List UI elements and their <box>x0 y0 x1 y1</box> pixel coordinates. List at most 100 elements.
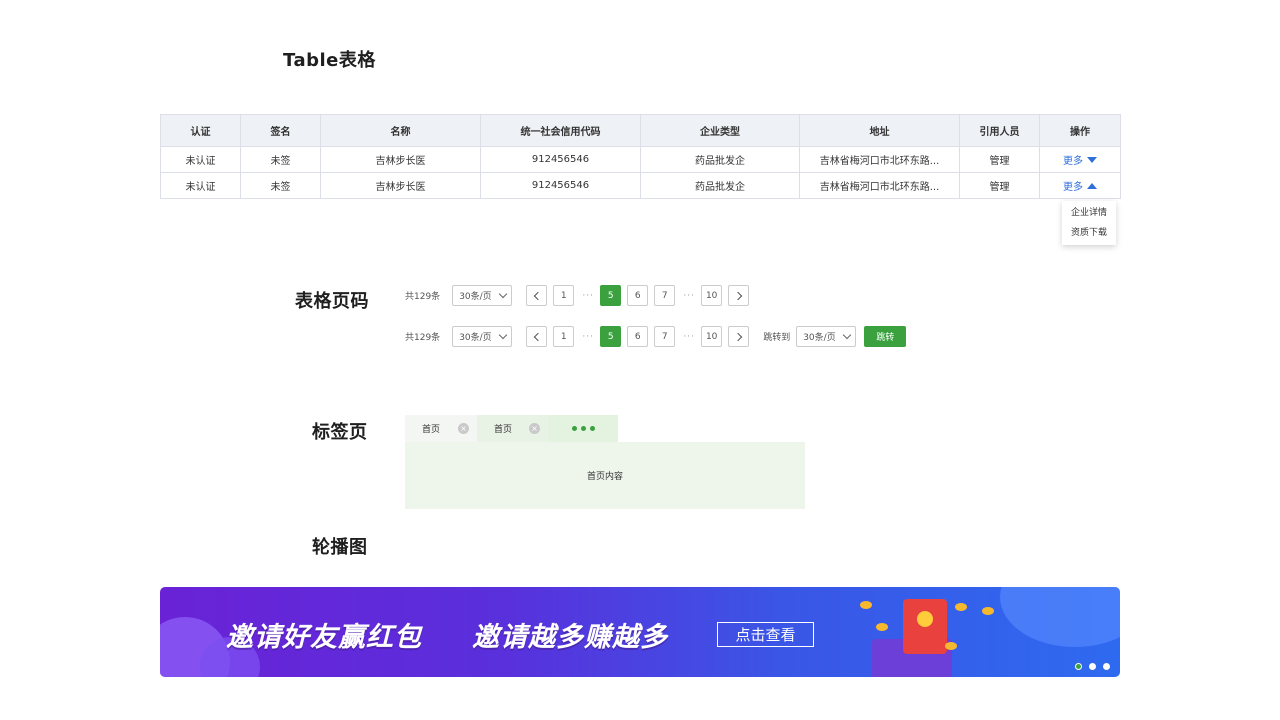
carousel-banner[interactable]: 邀请好友赢红包 邀请越多赚越多 点击查看 <box>160 587 1120 677</box>
table-row: 未认证 未签 吉林步长医 912456546 药品批发企 吉林省梅河口市北环东路… <box>160 172 1121 199</box>
jump-label: 跳转到 <box>763 333 791 343</box>
col-header-name: 名称 <box>320 114 481 147</box>
jump-select-value: 30条/页 <box>803 333 836 343</box>
cell-type: 药品批发企 <box>640 172 800 199</box>
menu-item-qualification-download[interactable]: 资质下载 <box>1062 223 1116 243</box>
col-header-sign: 签名 <box>240 114 321 147</box>
tab-content-panel: 首页内容 <box>405 442 805 509</box>
cell-auth: 未认证 <box>160 172 241 199</box>
more-dropdown-button[interactable]: 更多 <box>1063 152 1097 167</box>
page-button[interactable]: 7 <box>654 285 676 306</box>
decor-blob <box>1000 587 1120 647</box>
tab-content-text: 首页内容 <box>586 472 623 482</box>
more-label: 更多 <box>1063 182 1083 193</box>
total-count: 共129条 <box>405 292 441 302</box>
jump-page-select[interactable]: 30条/页 <box>796 326 857 347</box>
page-button[interactable]: 10 <box>701 326 723 347</box>
more-dropdown-button[interactable]: 更多 <box>1063 178 1097 193</box>
ellipsis-icon: ··· <box>683 331 695 342</box>
jump-button[interactable]: 跳转 <box>864 326 907 347</box>
manage-link[interactable]: 管理 <box>959 172 1040 199</box>
cell-code: 912456546 <box>480 172 641 199</box>
page-button-active[interactable]: 5 <box>600 326 622 347</box>
chevron-right-icon <box>733 291 742 300</box>
chevron-right-icon <box>733 332 742 341</box>
ellipsis-icon: ··· <box>582 331 594 342</box>
menu-item-company-details[interactable]: 企业详情 <box>1062 203 1116 223</box>
carousel-dot[interactable] <box>1103 663 1110 670</box>
chevron-left-icon <box>533 291 542 300</box>
cell-sign: 未签 <box>240 172 321 199</box>
banner-headline-2: 邀请越多赚越多 <box>472 622 668 653</box>
tab-home-1[interactable]: 首页 × <box>405 415 477 442</box>
tab-home-2[interactable]: 首页 × <box>477 415 548 442</box>
page-button-active[interactable]: 5 <box>600 285 622 306</box>
col-header-action: 操作 <box>1039 114 1121 147</box>
chevron-down-icon <box>498 330 508 340</box>
banner-headline-1: 邀请好友赢红包 <box>226 622 422 653</box>
page-button[interactable]: 1 <box>553 285 575 306</box>
pager-section-title: 表格页码 <box>295 291 369 312</box>
table-row: 未认证 未签 吉林步长医 912456546 药品批发企 吉林省梅河口市北环东路… <box>160 146 1121 173</box>
tab-more[interactable] <box>548 415 618 442</box>
next-page-button[interactable] <box>728 326 750 347</box>
prev-page-button[interactable] <box>526 326 548 347</box>
chevron-left-icon <box>533 332 542 341</box>
page-size-value: 30条/页 <box>459 333 492 343</box>
page-size-value: 30条/页 <box>459 292 492 302</box>
tab-label: 首页 <box>422 425 441 435</box>
cell-address: 吉林省梅河口市北环东路... <box>799 172 960 199</box>
page-button[interactable]: 10 <box>701 285 723 306</box>
data-table: 认证 签名 名称 统一社会信用代码 企业类型 地址 引用人员 操作 未认证 未签… <box>160 114 1121 199</box>
table-section-title: Table表格 <box>283 50 376 71</box>
cell-action: 更多 <box>1039 172 1121 199</box>
page-size-select[interactable]: 30条/页 <box>452 326 513 347</box>
more-dots-icon <box>571 426 595 431</box>
page: Table表格 认证 签名 名称 统一社会信用代码 企业类型 地址 引用人员 操… <box>0 0 1280 720</box>
caret-up-icon <box>1087 182 1097 189</box>
page-button[interactable]: 7 <box>654 326 676 347</box>
cell-auth: 未认证 <box>160 146 241 173</box>
tabs-section-title: 标签页 <box>312 422 368 443</box>
cell-name: 吉林步长医 <box>320 146 481 173</box>
page-button[interactable]: 1 <box>553 326 575 347</box>
chevron-down-icon <box>842 330 852 340</box>
carousel-dot[interactable] <box>1089 663 1096 670</box>
tab-label: 首页 <box>494 425 513 435</box>
cell-sign: 未签 <box>240 146 321 173</box>
col-header-staff: 引用人员 <box>959 114 1040 147</box>
manage-link[interactable]: 管理 <box>959 146 1040 173</box>
page-button[interactable]: 6 <box>627 326 649 347</box>
col-header-auth: 认证 <box>160 114 241 147</box>
envelope-seal-icon <box>917 611 933 627</box>
caret-down-icon <box>1087 156 1097 163</box>
chevron-down-icon <box>498 289 508 299</box>
coin-icon <box>955 603 967 611</box>
pagination-basic: 共129条 30条/页 1 ··· 5 6 7 ··· 10 <box>405 285 755 306</box>
ellipsis-icon: ··· <box>582 290 594 301</box>
col-header-address: 地址 <box>799 114 960 147</box>
col-header-code: 统一社会信用代码 <box>480 114 641 147</box>
banner-view-button[interactable]: 点击查看 <box>717 622 814 647</box>
cell-name: 吉林步长医 <box>320 172 481 199</box>
cell-code: 912456546 <box>480 146 641 173</box>
tab-bar: 首页 × 首页 × <box>405 415 618 442</box>
coin-icon <box>876 623 888 631</box>
page-button[interactable]: 6 <box>627 285 649 306</box>
ellipsis-icon: ··· <box>683 290 695 301</box>
close-icon[interactable]: × <box>458 423 469 434</box>
carousel-section-title: 轮播图 <box>312 537 368 558</box>
cell-type: 药品批发企 <box>640 146 800 173</box>
col-header-type: 企业类型 <box>640 114 800 147</box>
coin-icon <box>945 642 957 650</box>
more-label: 更多 <box>1063 156 1083 167</box>
close-icon[interactable]: × <box>529 423 540 434</box>
page-size-select[interactable]: 30条/页 <box>452 285 513 306</box>
cell-address: 吉林省梅河口市北环东路... <box>799 146 960 173</box>
prev-page-button[interactable] <box>526 285 548 306</box>
table-header-row: 认证 签名 名称 统一社会信用代码 企业类型 地址 引用人员 操作 <box>160 114 1121 147</box>
carousel-dot-active[interactable] <box>1075 663 1082 670</box>
coin-icon <box>982 607 994 615</box>
carousel-indicators <box>1075 663 1110 670</box>
next-page-button[interactable] <box>728 285 750 306</box>
